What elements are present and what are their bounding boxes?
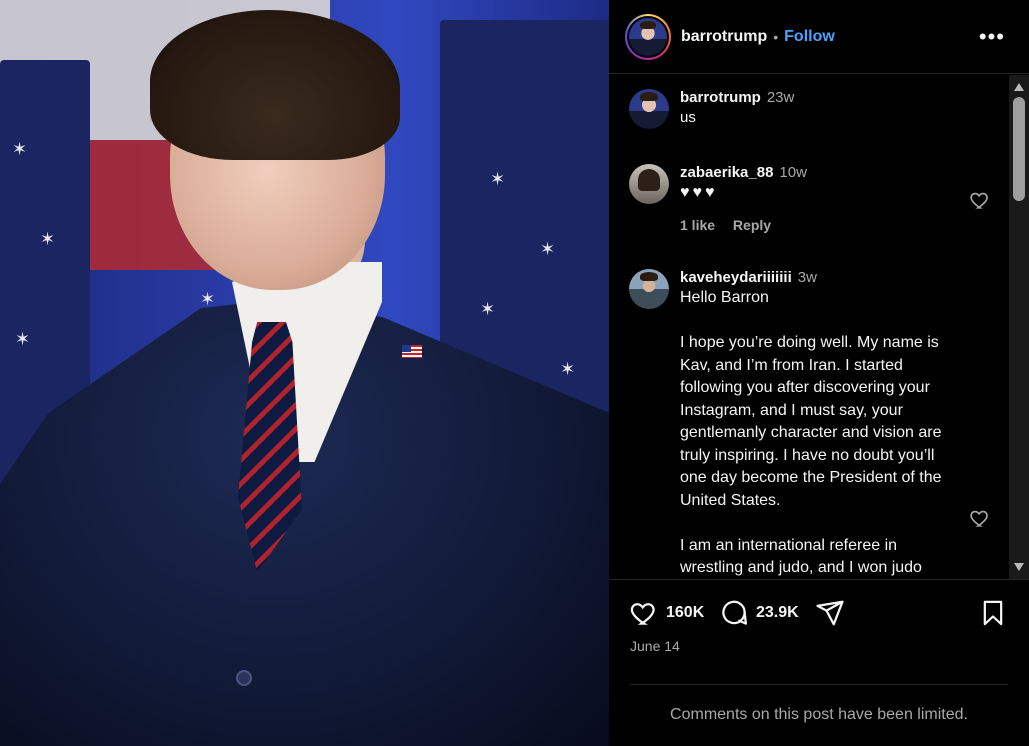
like-count[interactable]: 160K <box>666 604 704 622</box>
comments-scrollbar[interactable] <box>1009 75 1029 579</box>
caption-username[interactable]: barrotrump <box>680 89 761 106</box>
caption-item: barrotrump 23w us <box>629 89 989 130</box>
comment-time[interactable]: 10w <box>779 164 807 181</box>
star-shape: ✶ <box>15 329 31 349</box>
scroll-down-arrow-icon[interactable] <box>1014 563 1024 571</box>
share-button[interactable] <box>815 598 845 628</box>
follow-button[interactable]: Follow <box>784 28 835 46</box>
commenter-avatar[interactable] <box>629 164 669 204</box>
share-icon <box>816 600 844 626</box>
post-actions-bar: 160K 23.9K June 14 <box>609 579 1029 684</box>
comment-reply-button[interactable]: Reply <box>733 217 771 233</box>
comment-text: ♥♥♥ <box>680 184 718 201</box>
bookmark-icon <box>983 600 1003 626</box>
comment-time[interactable]: 3w <box>798 269 817 286</box>
divider <box>630 684 1008 685</box>
star-shape: ✶ <box>490 169 506 189</box>
comment-likes-count[interactable]: 1 like <box>680 217 715 233</box>
header-separator: • <box>773 28 779 45</box>
post-side-panel: barrotrump • Follow ••• barrotrump 23w us… <box>609 0 1029 746</box>
post-date[interactable]: June 14 <box>630 638 680 654</box>
star-shape: ✶ <box>540 239 556 259</box>
comments-limited-notice: Comments on this post have been limited. <box>670 706 968 723</box>
star-shape: ✶ <box>200 289 216 309</box>
save-button[interactable] <box>979 598 1007 628</box>
caption-text: us <box>680 109 696 126</box>
comment-item: zabaerika_88 10w ♥♥♥ 1 like Reply <box>629 164 989 233</box>
comment-username[interactable]: zabaerika_88 <box>680 164 773 181</box>
scroll-up-arrow-icon[interactable] <box>1014 83 1024 91</box>
caption-time[interactable]: 23w <box>767 89 795 106</box>
scrollbar-thumb[interactable] <box>1013 97 1025 201</box>
caption-avatar[interactable] <box>629 89 669 129</box>
comment-button[interactable]: 23.9K <box>719 598 799 628</box>
jacket-button <box>236 670 252 686</box>
comment-item: kaveheydariiiiiii 3w Hello Barron I hope … <box>629 269 989 579</box>
author-avatar[interactable] <box>629 17 667 56</box>
comment-text: Hello Barron I hope you’re doing well. M… <box>680 289 942 576</box>
flag-pin-icon <box>402 345 422 358</box>
comment-count[interactable]: 23.9K <box>756 604 799 622</box>
post-photo[interactable]: ✶ ✶ ✶ ✶ ✶ ✶ ✶ ✶ ✶ ✶ <box>0 0 609 746</box>
author-avatar-ring[interactable] <box>625 13 671 60</box>
hair <box>150 10 400 160</box>
comments-list[interactable]: barrotrump 23w us zabaerika_88 10w ♥♥♥ 1 l… <box>609 75 1029 579</box>
commenter-avatar[interactable] <box>629 269 669 309</box>
like-button[interactable]: 160K <box>629 598 704 628</box>
comment-like-heart-icon[interactable] <box>969 189 991 211</box>
star-shape: ✶ <box>40 229 56 249</box>
star-shape: ✶ <box>560 359 576 379</box>
post-header: barrotrump • Follow ••• <box>609 0 1029 74</box>
comment-username[interactable]: kaveheydariiiiiii <box>680 269 792 286</box>
author-username[interactable]: barrotrump <box>681 28 767 46</box>
star-shape: ✶ <box>12 139 28 159</box>
comment-like-heart-icon[interactable] <box>969 507 991 529</box>
more-options-icon[interactable]: ••• <box>979 24 1005 50</box>
star-shape: ✶ <box>480 299 496 319</box>
comment-icon <box>722 600 747 625</box>
heart-icon <box>630 603 655 625</box>
